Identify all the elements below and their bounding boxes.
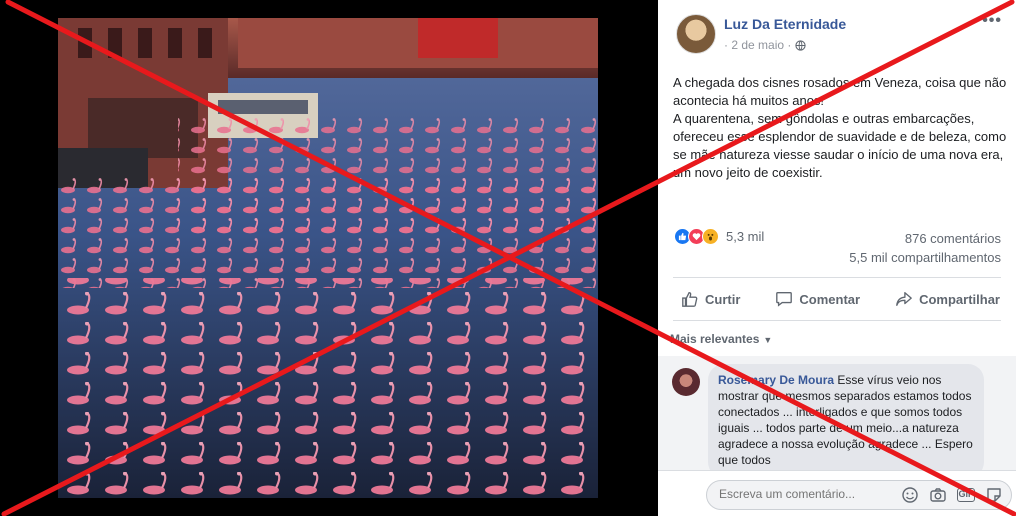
comment-label: Comentar [799, 291, 861, 307]
like-button[interactable]: Curtir [673, 290, 748, 308]
post-date-text[interactable]: · 2 de maio · [724, 38, 791, 52]
sort-label: Mais relevantes [670, 332, 760, 346]
comment-text: Esse vírus veio nos mostrar que mesmos s… [718, 373, 973, 467]
comment-input-box[interactable]: GIF [706, 480, 1012, 510]
commenter-avatar[interactable] [672, 368, 700, 396]
share-button[interactable]: Compartilhar [887, 290, 1008, 308]
comments-count[interactable]: 876 comentários [905, 231, 1001, 246]
post-date: · 2 de maio · [724, 38, 806, 52]
divider [673, 277, 1001, 278]
post-actions: Curtir Comentar Compartilhar [673, 282, 1008, 316]
post-photo[interactable] [58, 18, 598, 498]
like-label: Curtir [705, 291, 741, 307]
comment-input[interactable] [719, 487, 869, 501]
more-options-button[interactable]: ••• [982, 12, 1002, 30]
flamingos-venice-image [58, 18, 598, 498]
post-text-line: A quarentena, sem gôndolas e outras emba… [673, 111, 1007, 180]
reactions-summary[interactable]: 5,3 mil [674, 228, 764, 245]
share-label: Compartilhar [919, 291, 1000, 307]
wow-reaction-icon [702, 228, 719, 245]
commenter-name[interactable]: Rosemary De Moura [718, 373, 834, 387]
post-text-line: A chegada dos cisnes rosados em Veneza, … [673, 75, 1007, 108]
post-author[interactable]: Luz Da Eternidade [724, 16, 846, 32]
comment-bubble: Rosemary De Moura Esse vírus veio nos mo… [708, 364, 984, 470]
globe-icon [795, 39, 806, 51]
photo-viewer [0, 0, 658, 516]
comment-composer: GIF [658, 470, 1016, 516]
sticker-icon[interactable] [985, 486, 1003, 504]
like-icon [682, 292, 698, 307]
author-avatar[interactable] [676, 14, 716, 54]
comments-list[interactable]: Rosemary De Moura Esse vírus veio nos mo… [658, 356, 1016, 470]
post-text: A chegada dos cisnes rosados em Veneza, … [673, 74, 1009, 182]
gif-icon[interactable]: GIF [957, 488, 975, 502]
comment-button[interactable]: Comentar [767, 290, 868, 308]
camera-icon[interactable] [929, 486, 947, 504]
caret-down-icon: ▼ [763, 335, 773, 345]
sort-dropdown[interactable]: Mais relevantes ▼ [670, 332, 772, 346]
emoji-icon[interactable] [901, 486, 919, 504]
reactions-count[interactable]: 5,3 mil [726, 229, 764, 244]
share-icon [896, 292, 912, 306]
shares-count[interactable]: 5,5 mil compartilhamentos [849, 250, 1001, 265]
composer-icons: GIF [901, 486, 1003, 504]
divider [673, 320, 1001, 321]
post-panel: Luz Da Eternidade · 2 de maio · ••• A ch… [658, 0, 1016, 516]
comment-icon [776, 292, 793, 307]
